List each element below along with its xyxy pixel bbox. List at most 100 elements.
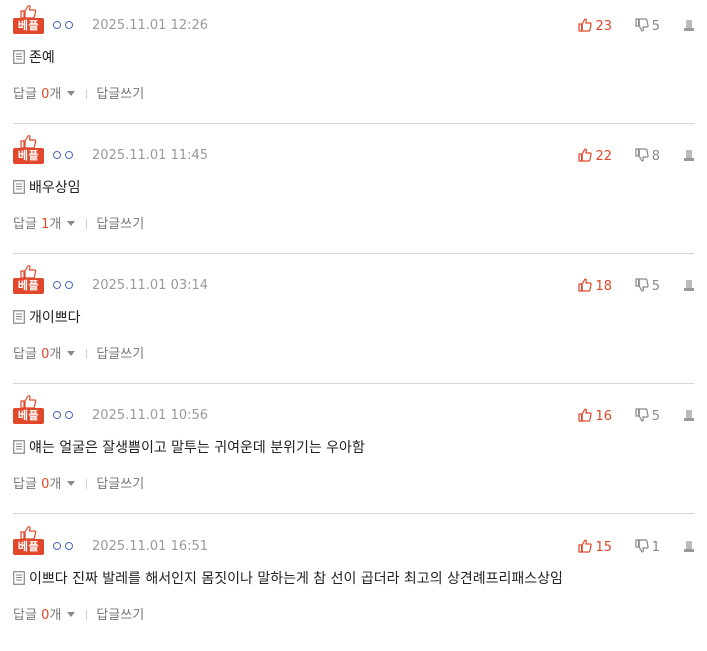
separator: [86, 610, 88, 620]
downvote-count: 5: [651, 279, 660, 294]
comment-list: 베플 2025.11.01 12:26 23 5 존예 답글 0개 답글쓰기 베…: [0, 0, 707, 640]
downvote-count: 5: [651, 19, 660, 34]
write-reply-link[interactable]: 답글쓰기: [96, 217, 144, 232]
document-icon: [13, 440, 25, 454]
report-icon[interactable]: [683, 279, 695, 292]
thumbs-up-icon: [20, 135, 37, 149]
author-name[interactable]: [53, 542, 75, 552]
thumbs-up-icon: [578, 408, 593, 422]
thumbs-up-icon: [578, 18, 593, 32]
report-icon[interactable]: [683, 540, 695, 553]
caret-down-icon: [67, 351, 76, 356]
thumbs-down-icon: [635, 539, 649, 553]
separator: [86, 349, 88, 359]
author-name[interactable]: [53, 281, 75, 291]
best-label: 베플: [13, 539, 44, 555]
downvote-button[interactable]: 1: [635, 539, 660, 555]
thumbs-up-icon: [20, 265, 37, 279]
report-icon[interactable]: [683, 149, 695, 162]
separator: [86, 219, 88, 229]
comment-body: 이쁘다 진짜 발레를 해서인지 몸짓이나 말하는게 참 선이 곱더라 최고의 상…: [13, 569, 563, 589]
reply-unit: 개: [49, 608, 62, 623]
downvote-button[interactable]: 5: [635, 18, 660, 34]
upvote-button[interactable]: 16: [578, 408, 612, 424]
comment-item: 베플 2025.11.01 11:45 22 8 배우상임 답글 1개 답글쓰기: [0, 130, 707, 260]
comment-text: 이쁘다 진짜 발레를 해서인지 몸짓이나 말하는게 참 선이 곱더라 최고의 상…: [29, 571, 563, 587]
reply-row: 답글 0개 답글쓰기: [13, 476, 144, 494]
downvote-count: 1: [651, 540, 660, 555]
document-icon: [13, 571, 25, 585]
upvote-button[interactable]: 23: [578, 18, 612, 34]
caret-down-icon: [67, 91, 76, 96]
comment-text: 개이쁘다: [29, 310, 81, 326]
reply-row: 답글 1개 답글쓰기: [13, 216, 144, 234]
write-reply-link[interactable]: 답글쓰기: [96, 87, 144, 102]
author-name[interactable]: [53, 151, 75, 161]
thumbs-down-icon: [635, 18, 649, 32]
thumbs-up-icon: [578, 148, 593, 162]
caret-down-icon: [67, 481, 76, 486]
comment-text: 배우상임: [29, 180, 81, 196]
reply-label: 답글: [13, 87, 37, 102]
reply-unit: 개: [49, 87, 62, 102]
upvote-button[interactable]: 15: [578, 539, 612, 555]
downvote-button[interactable]: 5: [635, 408, 660, 424]
downvote-count: 8: [651, 149, 660, 164]
reply-unit: 개: [49, 477, 62, 492]
write-reply-link[interactable]: 답글쓰기: [96, 477, 144, 492]
downvote-button[interactable]: 8: [635, 148, 660, 164]
best-label: 베플: [13, 408, 44, 424]
reply-row: 답글 0개 답글쓰기: [13, 86, 144, 104]
report-icon[interactable]: [683, 409, 695, 422]
thumbs-up-icon: [578, 539, 593, 553]
write-reply-link[interactable]: 답글쓰기: [96, 608, 144, 623]
comment-text: 존예: [29, 50, 55, 66]
author-name[interactable]: [53, 21, 75, 31]
downvote-button[interactable]: 5: [635, 278, 660, 294]
reply-toggle-button[interactable]: 답글 0개: [13, 608, 76, 623]
author-name[interactable]: [53, 411, 75, 421]
best-label: 베플: [13, 148, 44, 164]
separator: [86, 479, 88, 489]
reply-row: 답글 0개 답글쓰기: [13, 607, 144, 625]
reply-toggle-button[interactable]: 답글 1개: [13, 217, 76, 232]
thumbs-down-icon: [635, 278, 649, 292]
comment-body: 배우상임: [13, 178, 81, 198]
write-reply-link[interactable]: 답글쓰기: [96, 347, 144, 362]
document-icon: [13, 310, 25, 324]
thumbs-up-icon: [20, 395, 37, 409]
reply-label: 답글: [13, 608, 37, 623]
downvote-count: 5: [651, 409, 660, 424]
comment-timestamp: 2025.11.01 10:56: [92, 408, 209, 423]
thumbs-up-icon: [578, 278, 593, 292]
best-label: 베플: [13, 18, 44, 34]
comment-body: 존예: [13, 48, 55, 68]
upvote-button[interactable]: 18: [578, 278, 612, 294]
caret-down-icon: [67, 221, 76, 226]
comment-item: 베플 2025.11.01 12:26 23 5 존예 답글 0개 답글쓰기: [0, 0, 707, 130]
thumbs-down-icon: [635, 148, 649, 162]
caret-down-icon: [67, 612, 76, 617]
reply-label: 답글: [13, 217, 37, 232]
comment-body: 얘는 얼굴은 잘생쁨이고 말투는 귀여운데 분위기는 우아함: [13, 438, 365, 458]
upvote-count: 18: [595, 279, 612, 294]
upvote-count: 22: [595, 149, 612, 164]
comment-body: 개이쁘다: [13, 308, 81, 328]
separator: [86, 89, 88, 99]
reply-toggle-button[interactable]: 답글 0개: [13, 87, 76, 102]
upvote-button[interactable]: 22: [578, 148, 612, 164]
comment-timestamp: 2025.11.01 12:26: [92, 18, 209, 33]
comment-timestamp: 2025.11.01 11:45: [92, 148, 209, 163]
reply-unit: 개: [49, 217, 62, 232]
thumbs-up-icon: [20, 526, 37, 540]
best-badge: 베플: [13, 135, 44, 165]
comment-timestamp: 2025.11.01 16:51: [92, 539, 209, 554]
reply-toggle-button[interactable]: 답글 0개: [13, 347, 76, 362]
best-badge: 베플: [13, 526, 44, 556]
upvote-count: 23: [595, 19, 612, 34]
upvote-count: 16: [595, 409, 612, 424]
report-icon[interactable]: [683, 19, 695, 32]
best-badge: 베플: [13, 395, 44, 425]
comment-item: 베플 2025.11.01 03:14 18 5 개이쁘다 답글 0개 답글쓰기: [0, 260, 707, 390]
reply-toggle-button[interactable]: 답글 0개: [13, 477, 76, 492]
